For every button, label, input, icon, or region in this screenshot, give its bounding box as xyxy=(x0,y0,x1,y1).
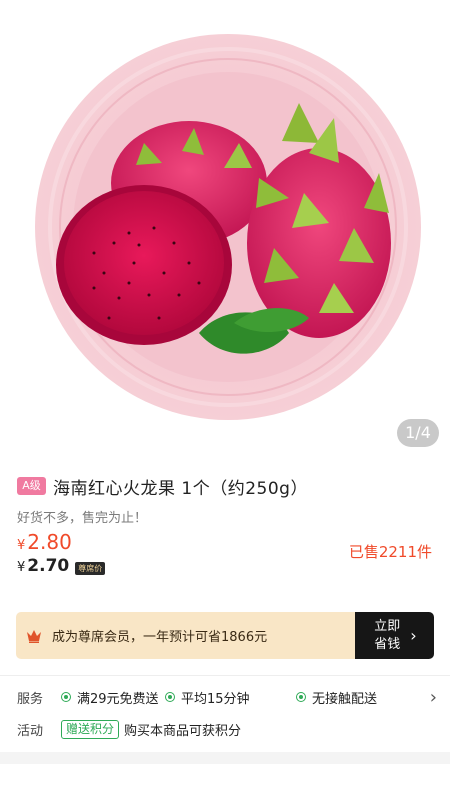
membership-banner[interactable]: 成为尊席会员，一年预计可省1866元 立即省钱 › xyxy=(16,612,434,659)
activity-label: 活动 xyxy=(17,723,44,739)
contactless-icon xyxy=(296,692,306,702)
service-item-free-delivery: 满29元免费送 xyxy=(61,688,159,707)
sold-count: 已售2211件 xyxy=(348,543,432,561)
member-price-value: 2.70 xyxy=(27,556,70,576)
image-counter: 1/4 xyxy=(397,419,439,447)
service-item-delivery-time: 平均15分钟 xyxy=(165,688,250,707)
service-item-contactless: 无接触配送 xyxy=(296,688,377,707)
product-image-gallery[interactable]: 1/4 xyxy=(0,0,450,455)
membership-promo: 成为尊席会员，一年预计可省1866元 xyxy=(16,612,355,659)
service-label: 服务 xyxy=(17,691,44,707)
chevron-right-icon[interactable]: › xyxy=(430,687,437,708)
activity-row[interactable]: 活动 赠送积分 购买本商品可获积分 xyxy=(17,718,241,740)
section-divider xyxy=(0,752,450,764)
product-slogan: 好货不多，售完为止！ xyxy=(17,511,148,526)
service-item-label: 平均15分钟 xyxy=(181,691,250,707)
activity-text: 购买本商品可获积分 xyxy=(124,723,242,739)
service-item-label: 满29元免费送 xyxy=(77,691,159,707)
crown-icon xyxy=(27,629,41,643)
points-tag: 赠送积分 xyxy=(61,719,120,739)
member-price: ¥ 2.70 尊席价 xyxy=(17,556,106,576)
clock-icon xyxy=(165,692,175,702)
currency-symbol: ¥ xyxy=(17,560,26,575)
divider xyxy=(0,675,450,676)
save-money-button-label: 立即省钱 xyxy=(374,618,401,652)
product-image[interactable] xyxy=(34,33,422,421)
current-price: ¥ 2.80 xyxy=(17,530,72,554)
membership-promo-text: 成为尊席会员，一年预计可省1866元 xyxy=(52,630,268,645)
currency-symbol: ¥ xyxy=(17,538,26,553)
current-price-value: 2.80 xyxy=(27,530,72,554)
check-circle-icon xyxy=(61,692,71,702)
grade-badge: A级 xyxy=(17,477,46,495)
product-title-row: A级 海南红心火龙果 1个（约250g） xyxy=(17,473,308,499)
chevron-right-icon: › xyxy=(410,626,417,645)
product-title: 海南红心火龙果 1个（约250g） xyxy=(53,478,308,499)
save-money-button[interactable]: 立即省钱 › xyxy=(355,612,434,659)
service-item-label: 无接触配送 xyxy=(312,691,378,707)
member-price-tag: 尊席价 xyxy=(75,562,106,575)
service-row[interactable]: 服务 满29元免费送 平均15分钟 无接触配送 › xyxy=(17,686,437,708)
